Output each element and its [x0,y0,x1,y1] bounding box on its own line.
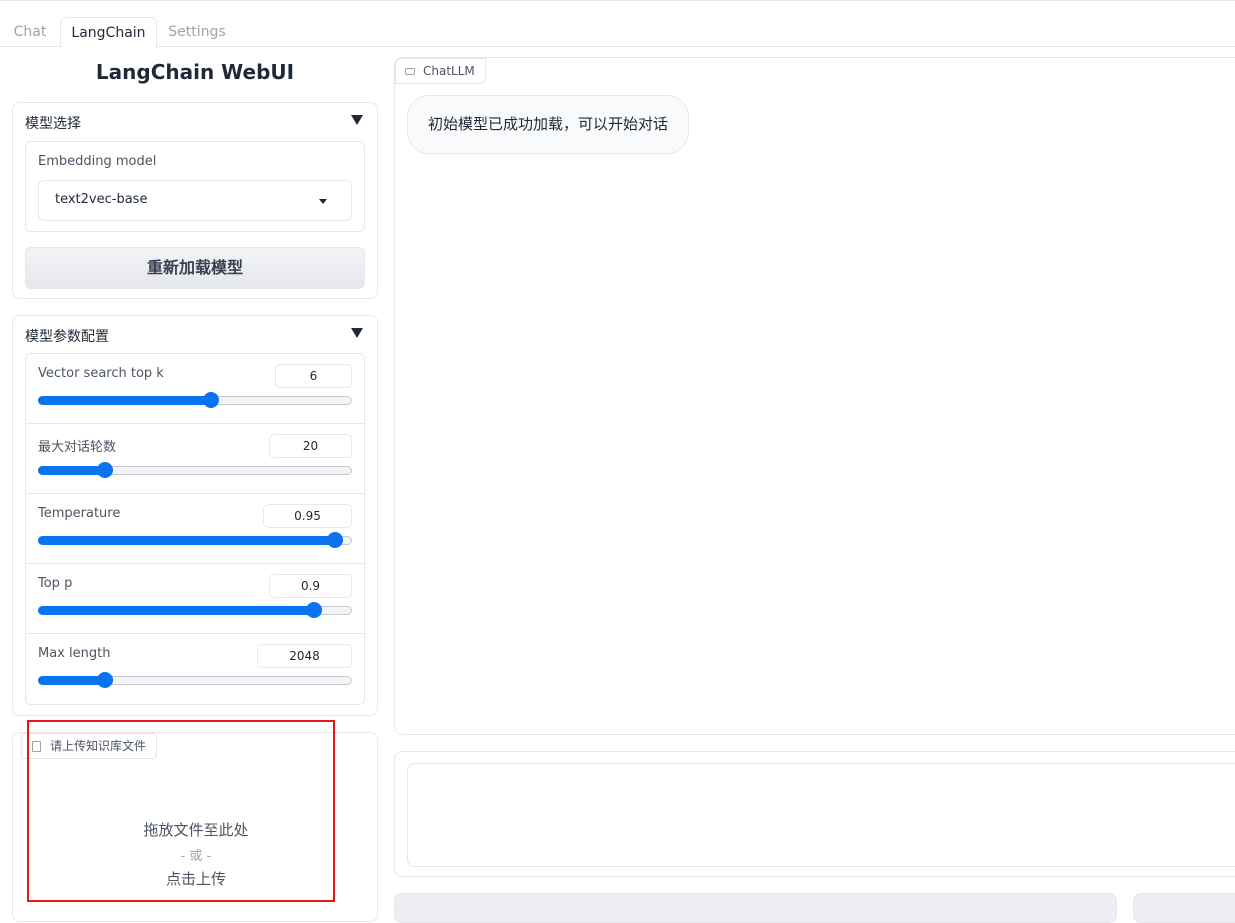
chatbot-panel: ChatLLM 初始模型已成功加载，可以开始对话 [394,57,1235,735]
chevron-down-icon [319,199,327,204]
model-params-panel: 模型参数配置 Vector search top k 6 最大对话轮数 20 T… [12,315,378,716]
chat-icon [405,68,415,75]
slider-label: Temperature [38,506,121,521]
slider-thumb[interactable] [305,602,322,618]
model-params-header[interactable]: 模型参数配置 [25,326,365,346]
tab-bar: Chat LangChain Settings [0,17,1235,48]
slider-thumb[interactable] [96,672,113,688]
slider-thumb[interactable] [327,532,344,548]
top-divider [0,0,1235,1]
tab-chat[interactable]: Chat [0,17,60,47]
message-input-panel [394,751,1235,877]
collapse-triangle-icon[interactable] [351,115,363,125]
reload-model-button[interactable]: 重新加载模型 [25,247,365,289]
slider-row: Max length 2048 [26,634,364,704]
page-title: LangChain WebUI [95,60,295,84]
tab-settings[interactable]: Settings [158,17,236,47]
slider-number-input[interactable]: 0.9 [269,574,352,598]
submit-button[interactable] [394,893,1117,923]
embedding-model-block: Embedding model text2vec-base [25,141,365,232]
embedding-model-label: Embedding model [38,154,157,169]
model-select-panel: 模型选择 Embedding model text2vec-base 重新加载模… [12,102,378,299]
slider-label: Vector search top k [38,366,164,381]
embedding-model-value: text2vec-base [55,192,148,207]
highlight-box [27,720,335,902]
slider-row: Top p 0.9 [26,564,364,634]
slider-label: 最大对话轮数 [38,440,117,455]
collapse-triangle-icon[interactable] [351,328,363,338]
params-slider-list: Vector search top k 6 最大对话轮数 20 Temperat… [25,353,365,705]
slider-thumb[interactable] [202,392,219,408]
slider-fill [38,676,104,685]
slider-label: Top p [38,576,73,591]
embedding-model-dropdown[interactable]: text2vec-base [38,180,352,221]
chatbot-label-tag: ChatLLM [395,58,486,84]
model-select-header[interactable]: 模型选择 [25,113,365,133]
slider-track[interactable] [38,462,352,478]
slider-row: 最大对话轮数 20 [26,424,364,494]
slider-track[interactable] [38,672,352,688]
tab-langchain[interactable]: LangChain [60,17,157,48]
slider-fill [38,606,313,615]
slider-number-input[interactable]: 0.95 [263,504,352,528]
chatbot-label: ChatLLM [423,64,475,78]
secondary-button[interactable] [1133,893,1235,923]
slider-track[interactable] [38,392,352,408]
slider-track[interactable] [38,532,352,548]
slider-number-input[interactable]: 6 [275,364,352,388]
slider-fill [38,536,335,545]
model-select-title: 模型选择 [25,116,81,132]
slider-fill [38,396,210,405]
message-input[interactable] [407,763,1235,867]
slider-number-input[interactable]: 20 [269,434,352,458]
chat-message-bubble: 初始模型已成功加载，可以开始对话 [407,95,690,154]
slider-row: Vector search top k 6 [26,354,364,424]
slider-thumb[interactable] [96,462,113,478]
slider-number-input[interactable]: 2048 [257,644,352,668]
slider-fill [38,466,104,475]
slider-track[interactable] [38,602,352,618]
slider-row: Temperature 0.95 [26,494,364,564]
slider-label: Max length [38,646,111,661]
model-params-title: 模型参数配置 [25,329,109,345]
